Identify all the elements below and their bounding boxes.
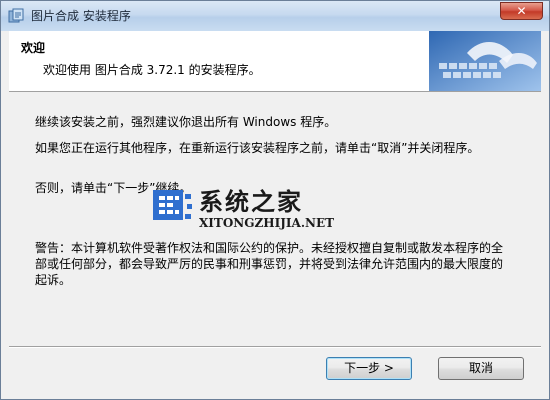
cancel-button[interactable]: 取消 [438, 357, 524, 380]
content-area: 继续该安装之前，强烈建议你退出所有 Windows 程序。 如果您正在运行其他程… [9, 92, 541, 346]
paragraph-1: 继续该安装之前，强烈建议你退出所有 Windows 程序。 [35, 115, 337, 129]
watermark-url: XITONGZHIJIA.NET [199, 216, 335, 230]
keyboard-header-image [429, 31, 541, 91]
warning-paragraph: 警告：本计算机软件受著作权法和国际公约的保护。未经授权擅自复制或散发本程序的全部… [35, 241, 504, 287]
site-logo-icon [153, 190, 192, 220]
header-subtitle: 欢迎使用 图片合成 3.72.1 的安装程序。 [43, 63, 261, 77]
title-bar[interactable]: 图片合成 安装程序 ✕ [1, 1, 549, 31]
close-button[interactable]: ✕ [500, 2, 543, 20]
footer-divider [9, 346, 541, 348]
watermark-name: 系统之家 [199, 188, 303, 216]
window-title: 图片合成 安装程序 [31, 9, 131, 23]
header-title: 欢迎 [21, 41, 46, 55]
site-watermark: 系统之家 XITONGZHIJIA.NET [149, 176, 409, 246]
close-icon: ✕ [516, 4, 527, 18]
paragraph-2: 如果您正在运行其他程序，在重新运行该安装程序之前，请单击“取消”并关闭程序。 [35, 141, 480, 155]
next-button[interactable]: 下一步 > [326, 357, 412, 380]
header-banner: 欢迎 欢迎使用 图片合成 3.72.1 的安装程序。 [9, 31, 541, 92]
installer-window: 图片合成 安装程序 ✕ 欢迎 欢迎使用 图片合成 3.72.1 的安装程序。 继… [0, 0, 550, 400]
installer-icon [8, 8, 24, 23]
